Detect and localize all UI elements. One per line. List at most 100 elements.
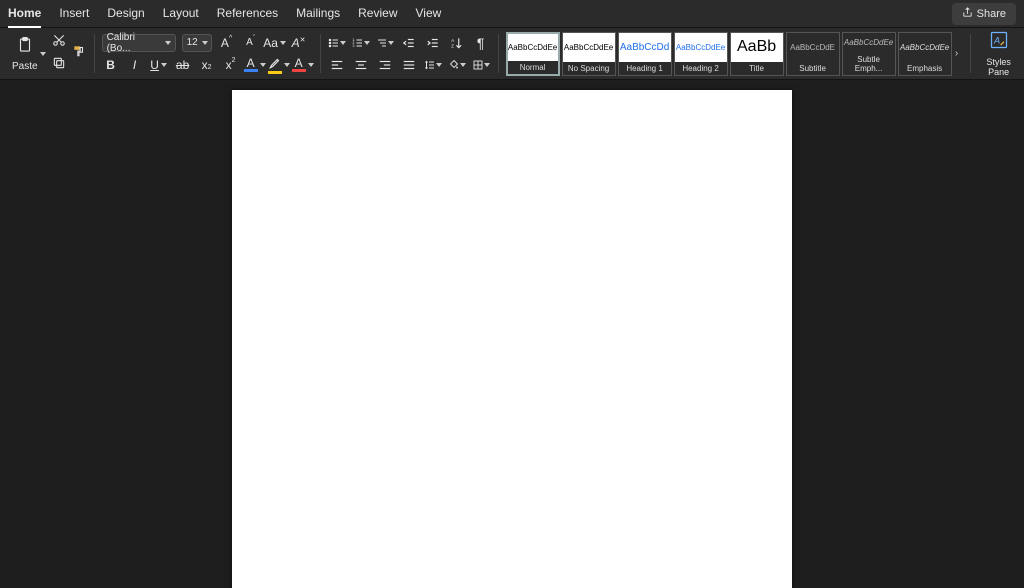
- style-label: Heading 2: [675, 62, 727, 75]
- font-color-button[interactable]: A: [246, 56, 264, 74]
- chevron-down-icon: [260, 63, 266, 67]
- styles-group: AaBbCcDdEeNormalAaBbCcDdEeNo SpacingAaBb…: [498, 28, 970, 79]
- clear-formatting-button[interactable]: A✕: [290, 34, 308, 52]
- style-preview: AaBbCcDdEe: [675, 33, 727, 62]
- chevron-down-icon: [388, 41, 394, 45]
- numbered-list-button[interactable]: 123: [352, 34, 370, 52]
- chevron-down-icon: [161, 63, 167, 67]
- share-icon: [962, 7, 973, 21]
- clipboard-group: Paste: [4, 28, 94, 79]
- styles-gallery-more-button[interactable]: ›: [952, 48, 962, 59]
- document-area: [0, 80, 1024, 588]
- borders-button[interactable]: [472, 56, 490, 74]
- bold-button[interactable]: B: [102, 56, 120, 74]
- highlight-color-button[interactable]: [270, 56, 288, 74]
- align-left-button[interactable]: [328, 56, 346, 74]
- style-card-heading-2[interactable]: AaBbCcDdEeHeading 2: [674, 32, 728, 76]
- italic-button[interactable]: I: [126, 56, 144, 74]
- paste-label: Paste: [12, 61, 38, 72]
- svg-text:A: A: [993, 35, 1000, 45]
- style-preview: AaBbCcDdEe: [899, 33, 951, 62]
- style-label: Subtle Emph...: [843, 53, 895, 75]
- style-label: No Spacing: [563, 62, 615, 75]
- font-group: Calibri (Bo... 12 A^ Aˇ Aa A✕ B I U ab x…: [94, 28, 320, 79]
- chevron-down-icon: [436, 63, 442, 67]
- copy-button[interactable]: [52, 56, 66, 75]
- tab-view[interactable]: View: [416, 0, 442, 28]
- svg-text:3: 3: [352, 44, 354, 48]
- line-spacing-button[interactable]: [424, 56, 442, 74]
- style-card-title[interactable]: AaBbTitle: [730, 32, 784, 76]
- chevron-down-icon: [165, 41, 171, 45]
- style-preview: AaBbCcDdEe: [508, 34, 558, 61]
- paragraph-group: 123 AZ ¶: [320, 28, 498, 79]
- font-name-value: Calibri (Bo...: [107, 32, 161, 54]
- style-preview: AaBbCcDdEe: [843, 33, 895, 53]
- chevron-down-icon: [460, 63, 466, 67]
- style-card-subtle-emph-[interactable]: AaBbCcDdEeSubtle Emph...: [842, 32, 896, 76]
- chevron-down-icon: [202, 41, 208, 45]
- share-label: Share: [977, 8, 1006, 20]
- style-card-heading-1[interactable]: AaBbCcDdHeading 1: [618, 32, 672, 76]
- paste-caret-icon[interactable]: [40, 52, 46, 56]
- font-color-underline-button[interactable]: A: [294, 56, 312, 74]
- style-card-emphasis[interactable]: AaBbCcDdEeEmphasis: [898, 32, 952, 76]
- tab-insert[interactable]: Insert: [59, 0, 89, 28]
- clipboard-icon: [16, 35, 34, 60]
- style-label: Normal: [508, 61, 558, 74]
- cut-button[interactable]: [52, 33, 66, 52]
- paste-button[interactable]: Paste: [12, 35, 38, 72]
- increase-font-button[interactable]: A^: [218, 34, 236, 52]
- chevron-down-icon: [284, 63, 290, 67]
- svg-text:A: A: [451, 37, 455, 42]
- style-card-no-spacing[interactable]: AaBbCcDdEeNo Spacing: [562, 32, 616, 76]
- font-name-combo[interactable]: Calibri (Bo...: [102, 34, 176, 52]
- tab-review[interactable]: Review: [358, 0, 397, 28]
- svg-text:Z: Z: [451, 43, 454, 48]
- style-preview: AaBb: [731, 33, 783, 62]
- chevron-down-icon: [280, 41, 286, 45]
- styles-pane-group: A Styles Pane: [970, 28, 1024, 79]
- styles-pane-icon: A: [989, 30, 1009, 55]
- chevron-down-icon: [484, 63, 490, 67]
- bulleted-list-button[interactable]: [328, 34, 346, 52]
- tab-mailings[interactable]: Mailings: [296, 0, 340, 28]
- superscript-button[interactable]: x2: [222, 56, 240, 74]
- tab-layout[interactable]: Layout: [163, 0, 199, 28]
- align-right-button[interactable]: [376, 56, 394, 74]
- style-preview: AaBbCcDdE: [787, 33, 839, 62]
- chevron-down-icon: [340, 41, 346, 45]
- shading-button[interactable]: [448, 56, 466, 74]
- format-painter-button[interactable]: [72, 44, 86, 63]
- show-paragraph-marks-button[interactable]: ¶: [472, 34, 490, 52]
- chevron-down-icon: [364, 41, 370, 45]
- share-button[interactable]: Share: [952, 3, 1016, 25]
- style-card-subtitle[interactable]: AaBbCcDdESubtitle: [786, 32, 840, 76]
- underline-button[interactable]: U: [150, 56, 168, 74]
- decrease-indent-button[interactable]: [400, 34, 418, 52]
- style-card-normal[interactable]: AaBbCcDdEeNormal: [506, 32, 560, 76]
- style-label: Title: [731, 62, 783, 75]
- change-case-button[interactable]: Aa: [266, 34, 284, 52]
- tab-home[interactable]: Home: [8, 0, 41, 28]
- increase-indent-button[interactable]: [424, 34, 442, 52]
- chevron-down-icon: [308, 63, 314, 67]
- document-page[interactable]: [232, 90, 792, 588]
- strikethrough-button[interactable]: ab: [174, 56, 192, 74]
- styles-pane-button[interactable]: A Styles Pane: [978, 30, 1020, 77]
- align-center-button[interactable]: [352, 56, 370, 74]
- style-preview: AaBbCcDdEe: [563, 33, 615, 62]
- style-label: Subtitle: [787, 62, 839, 75]
- decrease-font-button[interactable]: Aˇ: [242, 34, 260, 52]
- tab-references[interactable]: References: [217, 0, 278, 28]
- justify-button[interactable]: [400, 56, 418, 74]
- style-preview: AaBbCcDd: [619, 33, 671, 62]
- style-label: Heading 1: [619, 62, 671, 75]
- multilevel-list-button[interactable]: [376, 34, 394, 52]
- font-size-combo[interactable]: 12: [182, 34, 212, 52]
- subscript-button[interactable]: x2: [198, 56, 216, 74]
- font-size-value: 12: [187, 37, 198, 48]
- style-label: Emphasis: [899, 62, 951, 75]
- tab-design[interactable]: Design: [107, 0, 144, 28]
- sort-button[interactable]: AZ: [448, 34, 466, 52]
